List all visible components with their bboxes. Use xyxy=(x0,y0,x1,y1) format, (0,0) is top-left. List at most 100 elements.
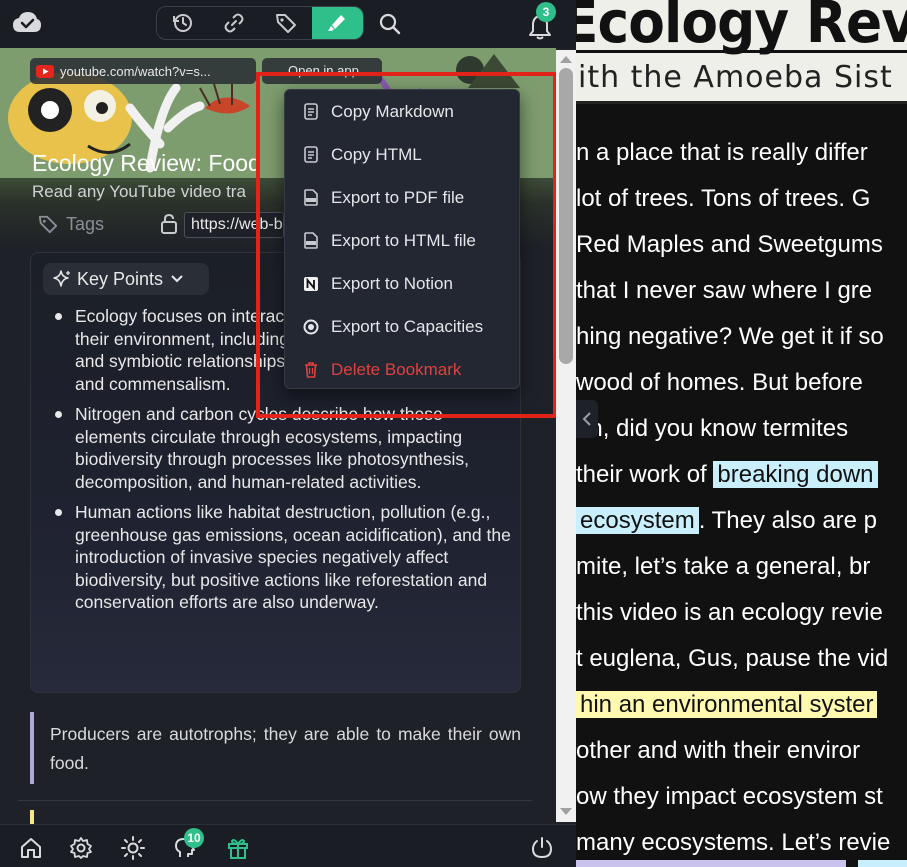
gear-icon xyxy=(70,837,92,859)
caption-line: their work of breaking down xyxy=(576,452,907,498)
bottom-navigation: 10 xyxy=(0,824,576,867)
transcript-captions: n a place that is really differ lot of t… xyxy=(576,130,907,866)
key-point-item: Nitrogen and carbon cycles describe how … xyxy=(55,403,515,493)
search-icon xyxy=(379,13,401,35)
link-icon xyxy=(224,13,244,33)
caption-highlight-yellow: hin an environmental syster xyxy=(576,691,878,718)
caption-line: t euglena, Gus, pause the vid xyxy=(576,645,889,672)
link-button[interactable] xyxy=(209,7,261,39)
view-mode-toolbar xyxy=(156,6,364,40)
highlighter-icon xyxy=(328,15,346,31)
collapse-panel-button[interactable] xyxy=(576,400,598,438)
source-url-chip[interactable]: youtube.com/watch?v=s... xyxy=(30,58,256,84)
open-in-app-button[interactable]: Open in app xyxy=(262,58,382,84)
sun-icon xyxy=(121,836,145,860)
caption-highlight-blue: breaking down xyxy=(713,461,878,488)
search-button[interactable] xyxy=(374,9,406,39)
tag-button[interactable] xyxy=(260,7,312,39)
scroll-thumb[interactable] xyxy=(559,68,573,364)
caption-line: on, did you know termites xyxy=(576,415,849,442)
settings-button[interactable] xyxy=(68,835,94,861)
tags-row[interactable]: Tags xyxy=(38,210,104,238)
capacities-icon xyxy=(303,318,319,336)
blue-stripe xyxy=(858,860,907,867)
key-points-title: Key Points xyxy=(77,268,164,289)
home-button[interactable] xyxy=(18,835,44,861)
notifications-button[interactable]: 3 xyxy=(524,2,564,42)
key-points-dropdown[interactable]: Key Points xyxy=(43,263,209,295)
copy-html-item[interactable]: Copy HTML xyxy=(285,133,519,176)
apps-button[interactable]: 10 xyxy=(172,828,204,861)
delete-bookmark-item[interactable]: Delete Bookmark xyxy=(285,348,519,391)
share-url-field[interactable]: https://web-b xyxy=(184,212,284,238)
menu-item-label: Export to HTML file xyxy=(331,230,476,250)
history-icon xyxy=(172,14,192,32)
export-html-file-item[interactable]: Export to HTML file xyxy=(285,219,519,262)
bookmark-description: Read any YouTube video tra xyxy=(32,182,246,201)
html-file-icon xyxy=(303,146,319,164)
tag-icon xyxy=(38,215,58,234)
banner-underline xyxy=(576,50,907,53)
scroll-up-arrow[interactable] xyxy=(560,56,572,63)
bookmark-title: Ecology Review: Food xyxy=(32,150,261,176)
caption-line: mite, let’s take a general, br xyxy=(576,553,871,580)
export-capacities-item[interactable]: Export to Capacities xyxy=(285,305,519,348)
pdf-file-icon xyxy=(303,189,319,207)
purple-stripe xyxy=(576,860,846,867)
caption-line: hing negative? We get it if so xyxy=(576,323,884,350)
menu-item-label: Export to Capacities xyxy=(331,316,484,336)
apps-count-badge: 10 xyxy=(184,828,204,848)
power-button[interactable] xyxy=(529,835,555,861)
theme-toggle-button[interactable] xyxy=(120,835,146,861)
copy-markdown-item[interactable]: Copy Markdown xyxy=(285,90,519,133)
export-menu: Copy Markdown Copy HTML Export to PDF fi… xyxy=(284,89,520,389)
chevron-down-icon xyxy=(171,275,183,283)
home-icon xyxy=(21,838,41,858)
sparkle-icon xyxy=(53,270,70,287)
cloud-sync-icon[interactable] xyxy=(12,10,42,36)
banner-subtitle: ith the Amoeba Sist xyxy=(578,60,893,95)
caption-line: other and with their enviror xyxy=(576,737,861,764)
export-pdf-item[interactable]: Export to PDF file xyxy=(285,176,519,219)
caption-line: n a place that is really differ xyxy=(576,139,868,166)
menu-item-label: Export to PDF file xyxy=(331,187,465,207)
caption-highlight-blue: ecosystem xyxy=(576,507,699,534)
caption-line: ow they impact ecosystem st xyxy=(576,783,883,810)
scroll-down-arrow[interactable] xyxy=(560,808,572,815)
open-in-app-label: Open in app xyxy=(288,63,359,78)
video-player[interactable]: Ecology Review ith the Amoeba Sist n a p… xyxy=(576,0,907,867)
caption-line: ecosystem. They also are p xyxy=(576,498,907,544)
source-url-text: youtube.com/watch?v=s... xyxy=(60,63,211,79)
markdown-file-icon xyxy=(303,103,319,121)
youtube-icon xyxy=(36,64,54,78)
caption-line: wood of homes. But before xyxy=(576,369,863,396)
video-title-banner: Ecology Review ith the Amoeba Sist xyxy=(576,0,907,104)
caption-line: lot of trees. Tons of trees. G xyxy=(576,185,871,212)
notion-icon xyxy=(303,275,319,293)
tag-icon xyxy=(275,14,296,33)
caption-line: that I never saw where I gre xyxy=(576,277,873,304)
highlighter-button[interactable] xyxy=(311,7,363,39)
caption-line: this video is an ecology revie xyxy=(576,599,883,626)
html-export-icon xyxy=(303,232,319,250)
divider xyxy=(18,800,532,801)
caption-text: their work of xyxy=(576,461,714,488)
tags-placeholder: Tags xyxy=(66,213,105,234)
yellow-highlight-marker xyxy=(30,810,34,824)
export-notion-item[interactable]: Export to Notion xyxy=(285,262,519,305)
screen: Ecology Review ith the Amoeba Sist n a p… xyxy=(0,0,907,867)
menu-item-label: Copy Markdown xyxy=(331,101,454,121)
notification-count-badge: 3 xyxy=(536,2,556,22)
gift-icon xyxy=(228,839,248,859)
gift-button[interactable] xyxy=(225,835,251,861)
highlight-quote[interactable]: Producers are autotrophs; they are able … xyxy=(30,712,521,784)
lock-icon[interactable] xyxy=(160,214,178,234)
history-button[interactable] xyxy=(157,7,209,39)
caption-text: . They also are p xyxy=(698,507,878,534)
caption-line: hin an environmental syster xyxy=(576,682,907,728)
scrollbar[interactable] xyxy=(556,50,576,822)
top-toolbar: 3 xyxy=(0,0,576,48)
chevron-left-icon xyxy=(582,412,591,426)
key-point-item: Human actions like habitat destruction, … xyxy=(55,501,515,614)
trash-icon xyxy=(303,361,319,379)
